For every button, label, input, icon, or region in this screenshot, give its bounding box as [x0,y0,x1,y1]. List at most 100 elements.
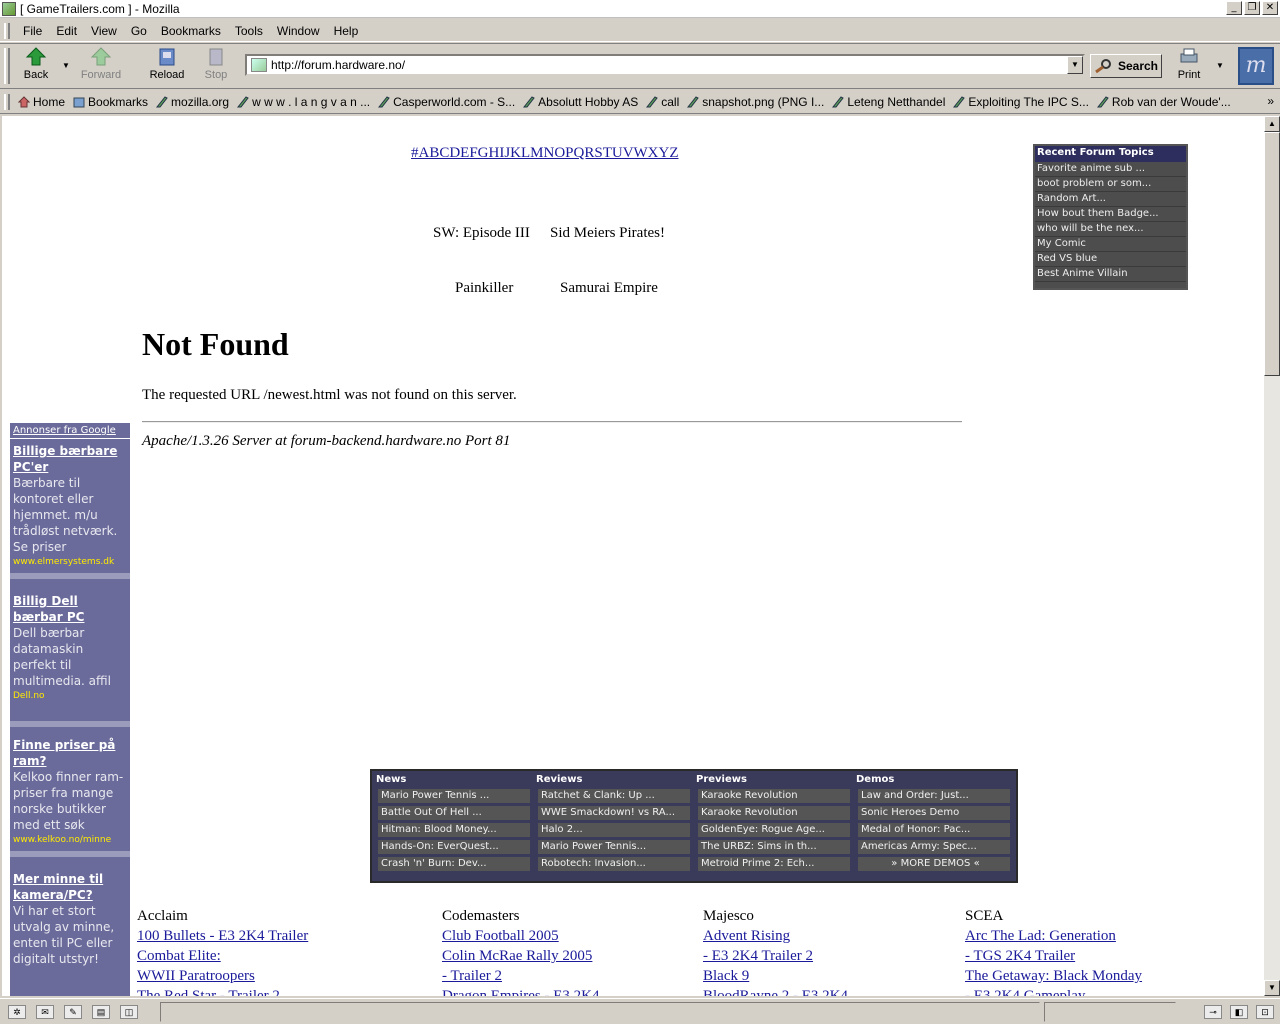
trailer-link[interactable]: The Red Star - Trailer 2 [137,986,308,996]
url-history-dropdown-icon[interactable]: ▼ [1067,56,1083,74]
media-link[interactable]: Ratchet & Clank: Up ... [538,789,690,803]
irc-chat-icon[interactable]: ◫ [120,1004,138,1019]
trailer-link[interactable]: 100 Bullets - E3 2K4 Trailer [137,926,308,946]
media-link[interactable]: Robotech: Invasion... [538,857,690,871]
menu-tools[interactable]: Tools [228,24,270,38]
stop-button[interactable]: Stop [192,47,240,87]
trailer-link[interactable]: - E3 2K4 Gameplay [965,986,1142,996]
trailer-link[interactable]: - E3 2K4 Trailer 2 [703,946,848,966]
trailer-link[interactable]: Advent Rising [703,926,848,946]
minimize-button[interactable]: _ [1226,1,1242,15]
bookmark-item[interactable]: snapshot.png (PNG I... [683,95,828,109]
ad-title-link[interactable]: Finne priser på ram? [13,737,127,769]
trailer-link[interactable]: - TGS 2K4 Trailer [965,946,1142,966]
scroll-down-arrow-icon[interactable]: ▼ [1264,980,1280,996]
reload-button[interactable]: Reload [143,47,191,87]
media-link[interactable]: Mario Power Tennis ... [378,789,530,803]
composer-icon[interactable]: ✎ [64,1004,82,1019]
trailer-link[interactable]: The Getaway: Black Monday [965,966,1142,986]
bookmark-item[interactable]: Absolutt Hobby AS [519,95,642,109]
forum-topic-link[interactable]: who will be the nex... [1035,222,1186,237]
bookmarks-overflow-chevron-icon[interactable]: » [1267,94,1274,108]
menu-help[interactable]: Help [327,24,366,38]
bookmark-item[interactable]: Exploiting The IPC S... [949,95,1093,109]
game-link[interactable]: Painkiller [455,280,513,297]
more-demos-link[interactable]: » MORE DEMOS « [858,857,1010,871]
forum-topic-link[interactable]: My Comic [1035,237,1186,252]
media-link[interactable]: Medal of Honor: Pac... [858,823,1010,837]
search-button[interactable]: Search [1090,54,1162,78]
navigator-icon[interactable]: ✲ [8,1004,26,1019]
ad-url[interactable]: www.kelkoo.no/minne [13,833,127,847]
game-link[interactable]: SW: Episode III [433,225,530,242]
print-dropdown-icon[interactable]: ▼ [1216,61,1224,70]
menu-bookmarks[interactable]: Bookmarks [154,24,228,38]
ad-title-link[interactable]: Billig Dell bærbar PC [13,593,127,625]
media-link[interactable]: GoldenEye: Rogue Age... [698,823,850,837]
close-button[interactable]: ✕ [1262,1,1278,15]
bookmark-item[interactable]: Casperworld.com - S... [374,95,519,109]
media-link[interactable]: Sonic Heroes Demo [858,806,1010,820]
trailer-link[interactable]: Dragon Empires - E3 2K4 [442,986,599,996]
url-bar[interactable]: ▼ [245,54,1085,76]
trailer-link[interactable]: Club Football 2005 [442,926,599,946]
media-link[interactable]: Metroid Prime 2: Ech... [698,857,850,871]
media-link[interactable]: Crash 'n' Burn: Dev... [378,857,530,871]
url-input[interactable] [271,58,1061,72]
trailer-link[interactable]: Combat Elite: [137,946,308,966]
toolbar-grip[interactable] [4,48,10,84]
bookmark-item[interactable]: Rob van der Woude'... [1093,95,1235,109]
media-link[interactable]: The URBZ: Sims in th... [698,840,850,854]
mail-icon[interactable]: ✉ [36,1004,54,1019]
back-history-dropdown-icon[interactable]: ▼ [62,61,70,70]
forum-topic-link[interactable]: How bout them Badge... [1035,207,1186,222]
forum-topic-link[interactable]: Favorite anime sub ... [1035,162,1186,177]
media-link[interactable]: Karaoke Revolution [698,789,850,803]
media-link[interactable]: Hitman: Blood Money... [378,823,530,837]
media-link[interactable]: WWE Smackdown! vs RA... [538,806,690,820]
trailer-link[interactable]: Arc The Lad: Generation [965,926,1142,946]
game-link[interactable]: Samurai Empire [560,280,658,297]
toolbar-grip[interactable] [4,22,10,39]
forward-button[interactable]: Forward [77,47,125,87]
bookmark-item[interactable]: Leteng Netthandel [828,95,949,109]
bookmark-item[interactable]: call [642,95,683,109]
bookmark-home[interactable]: Home [14,95,69,109]
game-link[interactable]: Sid Meiers Pirates! [550,225,665,242]
ads-header-link[interactable]: Annonser fra Google [10,423,130,439]
trailer-link[interactable]: Black 9 [703,966,848,986]
mozilla-throbber-icon[interactable]: m [1238,47,1274,85]
menu-file[interactable]: File [16,24,49,38]
media-link[interactable]: Karaoke Revolution [698,806,850,820]
vertical-scrollbar[interactable]: ▲ ▼ [1264,116,1280,996]
menu-go[interactable]: Go [124,24,154,38]
media-link[interactable]: Mario Power Tennis... [538,840,690,854]
toolbar-grip[interactable] [4,93,10,110]
menu-view[interactable]: View [84,24,124,38]
forum-topic-link[interactable]: boot problem or som... [1035,177,1186,192]
online-status-icon[interactable]: ⊸ [1204,1004,1222,1019]
print-button[interactable]: Print [1165,47,1213,87]
trailer-link[interactable]: BloodRayne 2 - E3 2K4 [703,986,848,996]
forum-topic-link[interactable]: Red VS blue [1035,252,1186,267]
ad-title-link[interactable]: Billige bærbare PC'er [13,443,127,475]
trailer-link[interactable]: WWII Paratroopers [137,966,308,986]
scroll-up-arrow-icon[interactable]: ▲ [1264,116,1280,132]
ad-url[interactable]: www.elmersystems.dk [13,555,127,569]
scrollbar-thumb[interactable] [1264,132,1280,376]
menu-window[interactable]: Window [270,24,327,38]
forum-topic-link[interactable]: Random Art... [1035,192,1186,207]
address-book-icon[interactable]: ▤ [92,1004,110,1019]
trailer-link[interactable]: Colin McRae Rally 2005 [442,946,599,966]
bookmark-folder[interactable]: Bookmarks [69,95,152,109]
back-button[interactable]: Back [12,47,60,87]
forum-topic-link[interactable]: Best Anime Villain [1035,267,1186,282]
ad-title-link[interactable]: Mer minne til kamera/PC? [13,871,127,903]
restore-button[interactable]: ❐ [1244,1,1260,15]
bookmark-item[interactable]: w w w . l a n g v a n ... [233,95,374,109]
media-link[interactable]: Law and Order: Just... [858,789,1010,803]
ad-url[interactable]: Dell.no [13,689,127,703]
media-link[interactable]: Hands-On: EverQuest... [378,840,530,854]
menu-edit[interactable]: Edit [49,24,84,38]
popup-blocked-icon[interactable]: ◧ [1230,1004,1248,1019]
